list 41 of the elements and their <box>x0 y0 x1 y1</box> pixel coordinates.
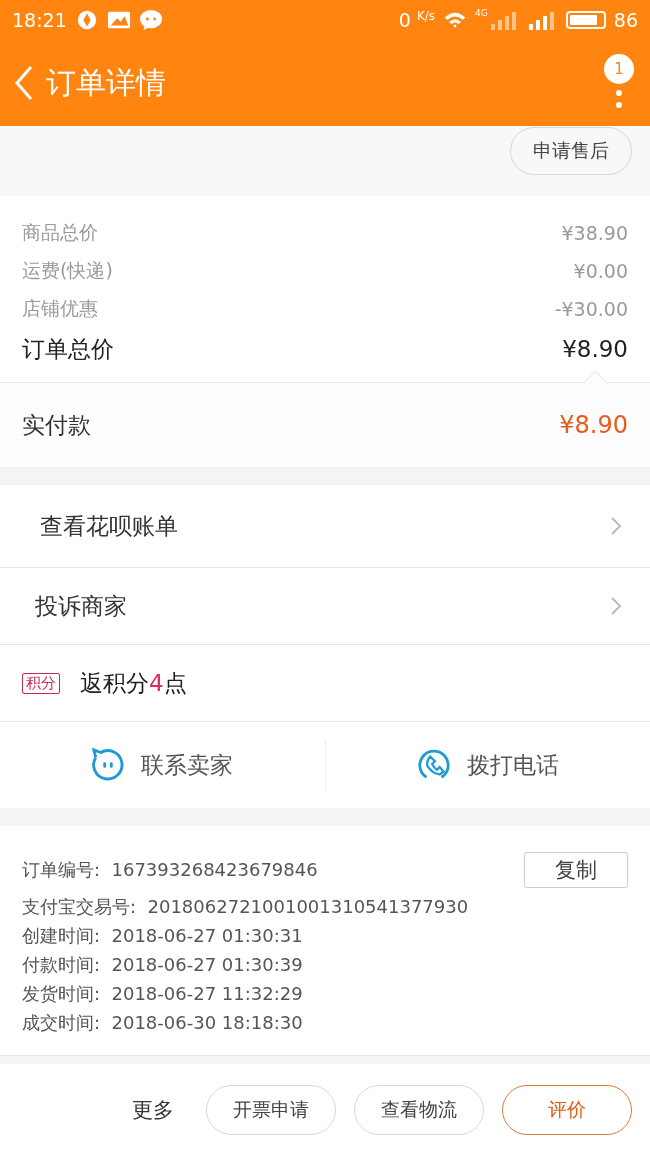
chat-icon <box>138 9 163 31</box>
battery-percent: 86 <box>613 9 638 31</box>
order-info-text: 创建时间: 2018-06-27 01:30:31 <box>22 923 303 948</box>
list-item[interactable]: 查看花呗账单 <box>0 485 650 568</box>
action-button[interactable]: 查看物流 <box>354 1085 484 1135</box>
order-info-text: 订单编号: 167393268423679846 <box>22 858 318 882</box>
more-link[interactable]: 更多 <box>132 1096 174 1124</box>
contact-button[interactable]: 拨打电话 <box>324 740 650 790</box>
page-title: 订单详情 <box>46 63 166 102</box>
price-label: 商品总价 <box>22 220 98 245</box>
list-item[interactable]: 投诉商家 <box>0 568 650 645</box>
price-value: ¥8.90 <box>562 336 628 362</box>
order-info-text: 发货时间: 2018-06-27 11:32:29 <box>22 981 303 1006</box>
order-info-text: 付款时间: 2018-06-27 01:30:39 <box>22 952 303 977</box>
smiley-chat-icon <box>91 748 126 782</box>
paid-label: 实付款 <box>22 410 91 440</box>
image-icon <box>106 9 131 31</box>
price-value: ¥0.00 <box>573 260 628 282</box>
points-text: 返积分4点 <box>80 668 187 698</box>
action-button[interactable]: 评价 <box>502 1085 632 1135</box>
price-value: -¥30.00 <box>554 298 628 320</box>
price-label: 运费(快递) <box>22 258 113 283</box>
chevron-icon <box>610 516 622 536</box>
battery-icon <box>565 11 606 29</box>
action-button[interactable]: 开票申请 <box>206 1085 336 1135</box>
status-time: 18:21 <box>12 9 67 31</box>
points-tag: 积分 <box>22 672 60 694</box>
contact-button[interactable]: 联系卖家 <box>0 740 325 790</box>
chevron-icon <box>610 596 622 616</box>
back-icon[interactable] <box>14 65 34 101</box>
price-value: ¥38.90 <box>561 222 628 244</box>
price-label: 店铺优惠 <box>22 296 98 321</box>
order-info-text: 支付宝交易号: 2018062721001001310541377930 <box>22 894 469 919</box>
copy-button[interactable]: 复制 <box>524 852 628 888</box>
order-info-text: 成交时间: 2018-06-30 18:18:30 <box>22 1010 303 1035</box>
network-speed: 0 $^{K/s}$ <box>398 8 436 32</box>
after-sale-button[interactable]: 申请售后 <box>510 127 632 175</box>
network-type: 4G <box>475 8 488 18</box>
notification-badge: 1 <box>604 54 634 84</box>
price-label: 订单总价 <box>22 334 114 364</box>
paid-amount: ¥8.90 <box>559 411 628 439</box>
